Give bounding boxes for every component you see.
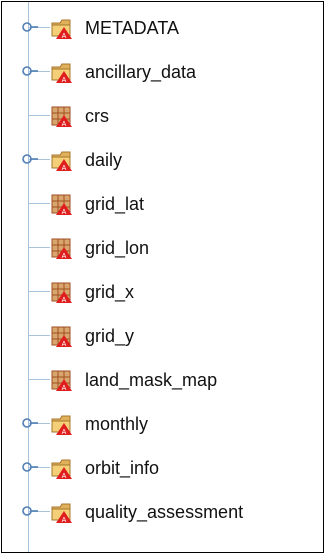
svg-text:A: A: [62, 473, 67, 480]
tree-branch-line: [28, 379, 50, 380]
tree-row[interactable]: A ancillary_data: [2, 50, 322, 94]
tree-node-label: grid_x: [85, 282, 135, 302]
svg-text:A: A: [62, 429, 67, 436]
svg-text:A: A: [62, 209, 67, 216]
tree-row[interactable]: A crs: [2, 94, 322, 138]
tree-branch-line: [28, 291, 50, 292]
tree-node-label: land_mask_map: [85, 370, 218, 390]
folder-icon: A: [50, 412, 76, 436]
dataset-icon: A: [50, 324, 76, 348]
tree-node-label: grid_lon: [85, 238, 150, 258]
svg-text:A: A: [62, 341, 67, 348]
expand-toggle-icon[interactable]: [22, 19, 38, 35]
folder-icon: A: [50, 16, 76, 40]
tree-node-label: ancillary_data: [85, 62, 197, 82]
tree-row[interactable]: A grid_x: [2, 270, 322, 314]
svg-text:A: A: [62, 77, 67, 84]
folder-icon: A: [50, 148, 76, 172]
tree-row[interactable]: A daily: [2, 138, 322, 182]
svg-text:A: A: [62, 385, 67, 392]
tree-branch-line: [28, 335, 50, 336]
dataset-icon: A: [50, 192, 76, 216]
dataset-icon: A: [50, 280, 76, 304]
tree-row[interactable]: A grid_lon: [2, 226, 322, 270]
tree-branch-line: [28, 247, 50, 248]
folder-icon: A: [50, 500, 76, 524]
tree-row[interactable]: A orbit_info: [2, 446, 322, 490]
tree-row[interactable]: A land_mask_map: [2, 358, 322, 402]
svg-text:A: A: [62, 297, 67, 304]
svg-text:A: A: [62, 253, 67, 260]
tree-branch-line: [28, 203, 50, 204]
folder-icon: A: [50, 456, 76, 480]
tree-node-label: quality_assessment: [85, 502, 244, 522]
expand-toggle-icon[interactable]: [22, 63, 38, 79]
folder-icon: A: [50, 60, 76, 84]
expand-toggle-icon[interactable]: [22, 415, 38, 431]
tree-node-label: crs: [85, 106, 109, 126]
expand-toggle-icon[interactable]: [22, 459, 38, 475]
expand-toggle-icon[interactable]: [22, 503, 38, 519]
svg-text:A: A: [62, 121, 67, 128]
tree-row[interactable]: A grid_lat: [2, 182, 322, 226]
tree-branch-line: [28, 115, 50, 116]
dataset-icon: A: [50, 104, 76, 128]
tree-node-label: monthly: [85, 414, 149, 434]
dataset-icon: A: [50, 368, 76, 392]
tree-node-label: daily: [85, 150, 123, 170]
expand-toggle-icon[interactable]: [22, 151, 38, 167]
tree-node-label: METADATA: [85, 18, 179, 38]
svg-text:A: A: [62, 517, 67, 524]
tree-node-label: orbit_info: [85, 458, 160, 478]
tree-row[interactable]: A grid_y: [2, 314, 322, 358]
tree-row[interactable]: A monthly: [2, 402, 322, 446]
tree-node-label: grid_lat: [85, 194, 145, 214]
tree-row[interactable]: A METADATA: [2, 6, 322, 50]
hdf-tree-panel: A METADATA A ancillary_data A crs A dail…: [1, 1, 324, 553]
tree-node-label: grid_y: [85, 326, 135, 346]
dataset-icon: A: [50, 236, 76, 260]
svg-text:A: A: [62, 165, 67, 172]
svg-text:A: A: [62, 33, 67, 40]
tree-row[interactable]: A quality_assessment: [2, 490, 322, 534]
